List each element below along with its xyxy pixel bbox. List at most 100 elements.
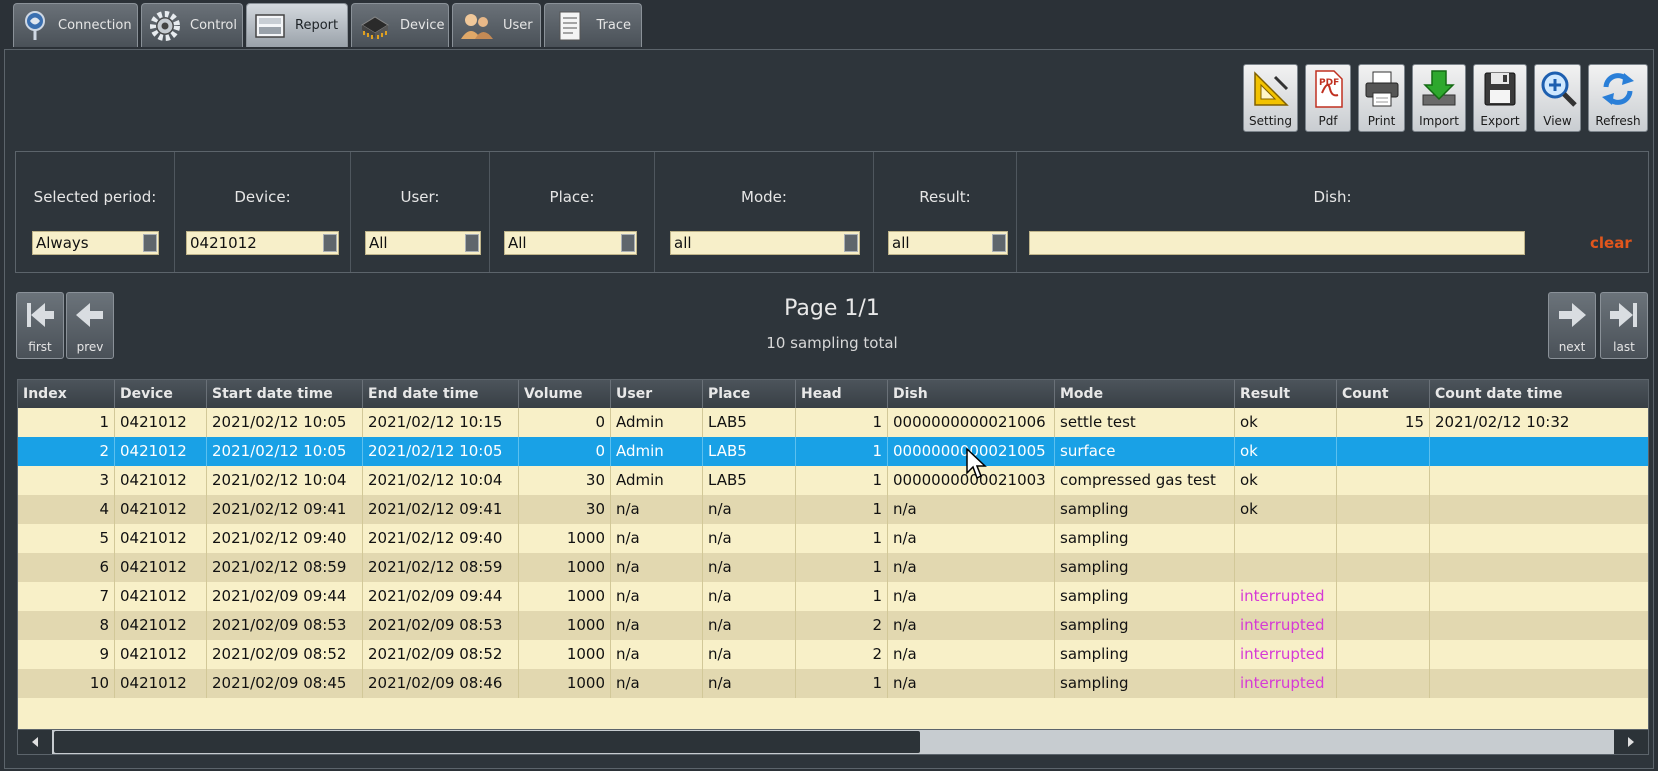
next-page-button[interactable]: next bbox=[1548, 292, 1596, 359]
cell-start-date-time: 2021/02/12 08:59 bbox=[207, 553, 363, 582]
cell-head: 2 bbox=[796, 640, 888, 669]
cell-count-date-time bbox=[1430, 611, 1648, 640]
scroll-left-button[interactable] bbox=[18, 730, 52, 754]
column-header-result[interactable]: Result bbox=[1235, 380, 1337, 408]
cell-start-date-time: 2021/02/12 10:04 bbox=[207, 466, 363, 495]
table-row[interactable]: 4 0421012 2021/02/12 09:41 2021/02/12 09:41… bbox=[18, 495, 1648, 524]
device-select[interactable]: 0421012 bbox=[186, 231, 339, 255]
column-header-end-date-time[interactable]: End date time bbox=[363, 380, 519, 408]
cell-count-date-time bbox=[1430, 466, 1648, 495]
user-value: All bbox=[369, 234, 388, 252]
scroll-left-icon bbox=[32, 737, 38, 747]
scroll-thumb[interactable] bbox=[54, 731, 920, 753]
tab-connection[interactable]: Connection bbox=[13, 3, 138, 47]
column-header-place[interactable]: Place bbox=[703, 380, 796, 408]
import-button[interactable]: Import bbox=[1412, 64, 1466, 132]
column-header-device[interactable]: Device bbox=[115, 380, 207, 408]
cell-start-date-time: 2021/02/12 10:05 bbox=[207, 408, 363, 437]
export-button[interactable]: Export bbox=[1473, 64, 1527, 132]
cell-index: 1 bbox=[18, 408, 115, 437]
import-label: Import bbox=[1419, 114, 1459, 128]
dropdown-arrow-icon[interactable] bbox=[143, 234, 157, 252]
cell-count-date-time bbox=[1430, 495, 1648, 524]
dish-input[interactable] bbox=[1029, 231, 1525, 255]
cell-place: n/a bbox=[703, 611, 796, 640]
scroll-right-button[interactable] bbox=[1614, 730, 1648, 754]
tab-report[interactable]: Report bbox=[246, 3, 348, 47]
dropdown-arrow-icon[interactable] bbox=[465, 234, 479, 252]
cell-index: 9 bbox=[18, 640, 115, 669]
table-row[interactable]: 3 0421012 2021/02/12 10:04 2021/02/12 10:04… bbox=[18, 466, 1648, 495]
cell-user: n/a bbox=[611, 669, 703, 698]
cell-count: 15 bbox=[1337, 408, 1430, 437]
zoom-in-icon bbox=[1541, 71, 1577, 107]
cell-count bbox=[1337, 495, 1430, 524]
report-table: Index Device Start date time End date time V… bbox=[17, 379, 1649, 755]
setting-button[interactable]: Setting bbox=[1243, 64, 1298, 132]
pdf-icon: PDF bbox=[1315, 70, 1343, 108]
table-row[interactable]: 6 0421012 2021/02/12 08:59 2021/02/12 08:59… bbox=[18, 553, 1648, 582]
cell-place: n/a bbox=[703, 582, 796, 611]
tab-control[interactable]: Control bbox=[141, 3, 243, 47]
place-select[interactable]: All bbox=[504, 231, 637, 255]
column-header-user[interactable]: User bbox=[611, 380, 703, 408]
cell-volume: 1000 bbox=[519, 582, 611, 611]
cell-dish: n/a bbox=[888, 524, 1055, 553]
tab-device[interactable]: Device bbox=[351, 3, 449, 47]
cell-device: 0421012 bbox=[115, 437, 207, 466]
cell-device: 0421012 bbox=[115, 466, 207, 495]
cell-device: 0421012 bbox=[115, 582, 207, 611]
table-row[interactable]: 1 0421012 2021/02/12 10:05 2021/02/12 10:15… bbox=[18, 408, 1648, 437]
refresh-icon bbox=[1602, 73, 1634, 105]
cell-count-date-time bbox=[1430, 669, 1648, 698]
column-header-head[interactable]: Head bbox=[796, 380, 888, 408]
cell-count-date-time bbox=[1430, 437, 1648, 466]
dropdown-arrow-icon[interactable] bbox=[844, 234, 858, 252]
user-select[interactable]: All bbox=[365, 231, 481, 255]
users-icon bbox=[459, 8, 495, 44]
refresh-button[interactable]: Refresh bbox=[1588, 64, 1648, 132]
print-button[interactable]: Print bbox=[1358, 64, 1405, 132]
column-header-index[interactable]: Index bbox=[18, 380, 115, 408]
device-filter: Device: 0421012 bbox=[175, 152, 351, 272]
mode-filter: Mode: all bbox=[655, 152, 874, 272]
cell-place: LAB5 bbox=[703, 408, 796, 437]
mode-label: Mode: bbox=[741, 188, 787, 206]
last-page-button[interactable]: last bbox=[1600, 292, 1648, 359]
cell-head: 1 bbox=[796, 669, 888, 698]
column-header-dish[interactable]: Dish bbox=[888, 380, 1055, 408]
column-header-start-date-time[interactable]: Start date time bbox=[207, 380, 363, 408]
floppy-disk-icon bbox=[1484, 72, 1516, 106]
tab-trace[interactable]: Trace bbox=[544, 3, 642, 47]
mouse-cursor-icon bbox=[966, 447, 987, 480]
table-row[interactable]: 5 0421012 2021/02/12 09:40 2021/02/12 09:40… bbox=[18, 524, 1648, 553]
column-header-count-date-time[interactable]: Count date time bbox=[1430, 380, 1648, 408]
column-header-count[interactable]: Count bbox=[1337, 380, 1430, 408]
tab-user[interactable]: User bbox=[452, 3, 541, 47]
view-button[interactable]: View bbox=[1534, 64, 1581, 132]
cell-end-date-time: 2021/02/09 08:52 bbox=[363, 640, 519, 669]
result-value: all bbox=[892, 234, 910, 252]
cell-result: ok bbox=[1235, 408, 1337, 437]
table-row[interactable]: 9 0421012 2021/02/09 08:52 2021/02/09 08:52… bbox=[18, 640, 1648, 669]
dropdown-arrow-icon[interactable] bbox=[992, 234, 1006, 252]
cell-user: n/a bbox=[611, 495, 703, 524]
clear-dish-link[interactable]: clear bbox=[1590, 234, 1632, 252]
cell-start-date-time: 2021/02/12 10:05 bbox=[207, 437, 363, 466]
horizontal-scrollbar[interactable] bbox=[17, 729, 1649, 755]
period-select[interactable]: Always bbox=[32, 231, 159, 255]
column-header-mode[interactable]: Mode bbox=[1055, 380, 1235, 408]
pdf-button[interactable]: PDF Pdf bbox=[1305, 64, 1351, 132]
column-header-volume[interactable]: Volume bbox=[519, 380, 611, 408]
mode-select[interactable]: all bbox=[670, 231, 860, 255]
table-row[interactable]: 10 0421012 2021/02/09 08:45 2021/02/09 08:4… bbox=[18, 669, 1648, 698]
result-select[interactable]: all bbox=[888, 231, 1008, 255]
dropdown-arrow-icon[interactable] bbox=[621, 234, 635, 252]
filter-panel: Selected period: Always Device: 0421012 … bbox=[15, 151, 1649, 273]
table-row[interactable]: 2 0421012 2021/02/12 10:05 2021/02/12 10:05… bbox=[18, 437, 1648, 466]
cell-result: interrupted bbox=[1235, 669, 1337, 698]
cell-mode: sampling bbox=[1055, 495, 1235, 524]
table-row[interactable]: 7 0421012 2021/02/09 09:44 2021/02/09 09:44… bbox=[18, 582, 1648, 611]
dropdown-arrow-icon[interactable] bbox=[323, 234, 337, 252]
table-row[interactable]: 8 0421012 2021/02/09 08:53 2021/02/09 08:53… bbox=[18, 611, 1648, 640]
